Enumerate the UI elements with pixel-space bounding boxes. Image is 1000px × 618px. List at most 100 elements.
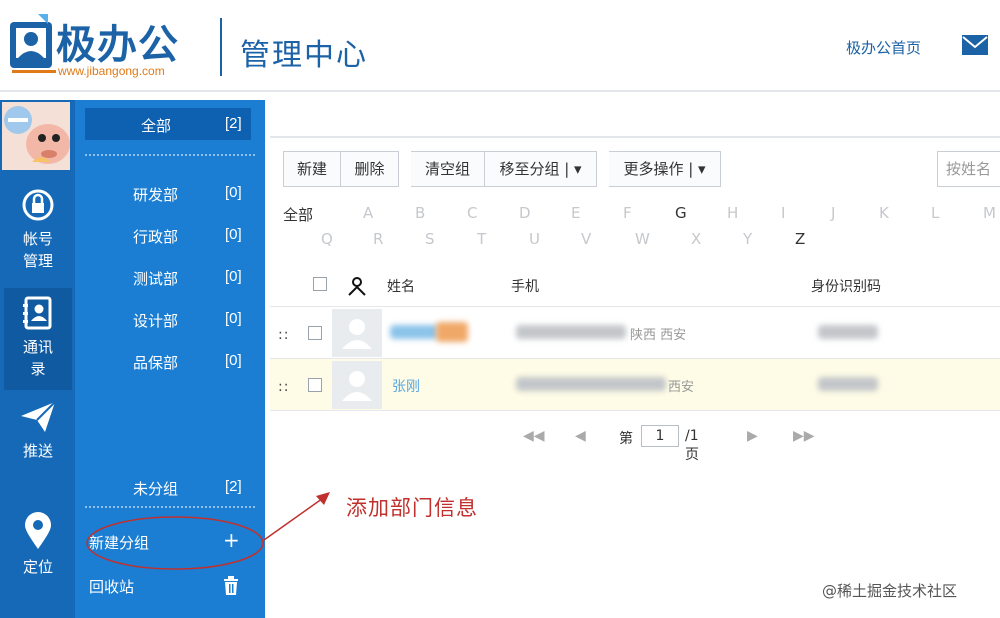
page-number-input[interactable]: 1 (641, 425, 679, 447)
person-icon (348, 277, 366, 296)
letter-k[interactable]: K (879, 204, 889, 222)
group-item-count: [0] (225, 268, 242, 285)
nav-push-label: 推送 (22, 442, 53, 460)
group-item[interactable]: 行政部 [0] (75, 220, 265, 250)
annotation-text: 添加部门信息 (346, 496, 478, 520)
plus-icon[interactable]: + (223, 528, 240, 552)
group-item-label: 研发部 (133, 186, 179, 204)
nav-account-label-2: 管理 (22, 252, 53, 270)
prev-page-icon[interactable]: ◀ (575, 428, 586, 444)
phone-redacted (516, 325, 626, 339)
nav-account-label-1: 帐号 (22, 230, 53, 248)
letter-u[interactable]: U (529, 230, 540, 248)
letter-all[interactable]: 全部 (283, 204, 313, 225)
letter-d[interactable]: D (519, 204, 531, 222)
more-actions-dropdown[interactable]: 更多操作 | ▾ (609, 151, 721, 187)
nav-location[interactable]: 定位 (4, 512, 72, 582)
letter-h[interactable]: H (727, 204, 738, 222)
phone-redacted (516, 377, 666, 391)
move-to-group-dropdown[interactable]: 移至分组 | ▾ (485, 151, 597, 187)
group-item-count: [0] (225, 184, 242, 201)
letter-j[interactable]: J (831, 204, 835, 222)
nav-contacts-label-2: 录 (30, 360, 46, 378)
nav-push[interactable]: 推送 (4, 400, 72, 470)
last-page-icon[interactable]: ▶▶ (793, 428, 815, 444)
group-ungrouped[interactable]: 未分组 [2] (75, 472, 265, 502)
letter-t[interactable]: T (477, 230, 486, 248)
id-redacted (818, 377, 878, 391)
group-ungrouped-label: 未分组 (133, 480, 179, 498)
letter-c[interactable]: C (467, 204, 477, 222)
table-row[interactable]: :: 张刚 西安 (270, 358, 1000, 410)
group-item[interactable]: 品保部 [0] (75, 346, 265, 376)
letter-z[interactable]: Z (795, 230, 805, 248)
letter-m[interactable]: M (983, 204, 996, 222)
letter-a[interactable]: A (363, 204, 373, 222)
next-page-icon[interactable]: ▶ (747, 428, 758, 444)
group-item[interactable]: 设计部 [0] (75, 304, 265, 334)
group-item-label: 测试部 (133, 270, 179, 288)
letter-q[interactable]: Q (321, 230, 333, 248)
letter-i[interactable]: I (781, 204, 785, 222)
divider (270, 410, 1000, 411)
letter-x[interactable]: X (691, 230, 701, 248)
app-header: 极办公 www.jibangong.com 管理中心 极办公首页 (0, 0, 1000, 92)
group-item-count: [0] (225, 310, 242, 327)
letter-r[interactable]: R (373, 230, 383, 248)
nav-contacts-label-1: 通讯 (22, 338, 53, 356)
delete-button[interactable]: 删除 (341, 151, 399, 187)
avatar (332, 309, 382, 357)
new-button[interactable]: 新建 (283, 151, 341, 187)
col-id: 身份识别码 (811, 279, 881, 295)
phone-suffix: 西安 (668, 380, 695, 395)
table-row[interactable]: :: 陕西 西安 (270, 306, 1000, 358)
nav-account[interactable]: 帐号 管理 (4, 182, 72, 282)
col-phone: 手机 (511, 279, 539, 295)
group-item-count: [0] (225, 352, 242, 369)
paper-plane-icon (21, 401, 56, 432)
nav-contacts[interactable]: 通讯 录 (4, 288, 72, 390)
main-sidebar: 帐号 管理 通讯 录 推送 定位 (0, 100, 75, 618)
contact-name[interactable]: 张刚 (392, 376, 420, 396)
logo-icon (10, 14, 56, 73)
row-checkbox[interactable] (308, 326, 322, 340)
name-redacted (436, 322, 468, 342)
first-page-icon[interactable]: ◀◀ (523, 428, 545, 444)
group-item-count: [0] (225, 226, 242, 243)
nav-location-label: 定位 (22, 558, 53, 576)
drag-handle-icon[interactable]: :: (278, 379, 289, 395)
recycle-bin-button[interactable]: 回收站 (89, 576, 134, 597)
avatar (332, 361, 382, 409)
letter-v[interactable]: V (581, 230, 591, 248)
search-input[interactable]: 按姓名 (937, 151, 1000, 187)
letter-l[interactable]: L (931, 204, 939, 222)
group-all-count: [2] (225, 115, 242, 132)
group-all-label: 全部 (141, 117, 172, 135)
trash-icon[interactable] (223, 576, 239, 596)
group-all[interactable]: 全部 [2] (85, 108, 251, 140)
letter-f[interactable]: F (623, 204, 632, 222)
new-group-button[interactable]: 新建分组 (89, 532, 149, 553)
contacts-icon (23, 296, 52, 330)
group-item[interactable]: 研发部 [0] (75, 178, 265, 208)
home-link[interactable]: 极办公首页 (846, 37, 921, 58)
group-item-label: 行政部 (133, 228, 179, 246)
letter-y[interactable]: Y (743, 230, 752, 248)
group-panel: 全部 [2] 研发部 [0] 行政部 [0] 测试部 [0] 设计部 [0] 品… (75, 100, 265, 618)
letter-b[interactable]: B (415, 204, 425, 222)
letter-g[interactable]: G (675, 204, 687, 222)
page-title: 管理中心 (240, 38, 368, 73)
letter-w[interactable]: W (635, 230, 650, 248)
group-item-label: 品保部 (133, 354, 179, 372)
row-checkbox[interactable] (308, 378, 322, 392)
letter-s[interactable]: S (425, 230, 435, 248)
select-all-checkbox[interactable] (313, 277, 327, 291)
clear-group-button[interactable]: 清空组 (411, 151, 485, 187)
group-item[interactable]: 测试部 [0] (75, 262, 265, 292)
mail-icon[interactable] (961, 34, 989, 56)
drag-handle-icon[interactable]: :: (278, 327, 289, 343)
id-redacted (818, 325, 878, 339)
avatar[interactable] (2, 102, 70, 170)
col-name: 姓名 (387, 279, 415, 295)
letter-e[interactable]: E (571, 204, 580, 222)
